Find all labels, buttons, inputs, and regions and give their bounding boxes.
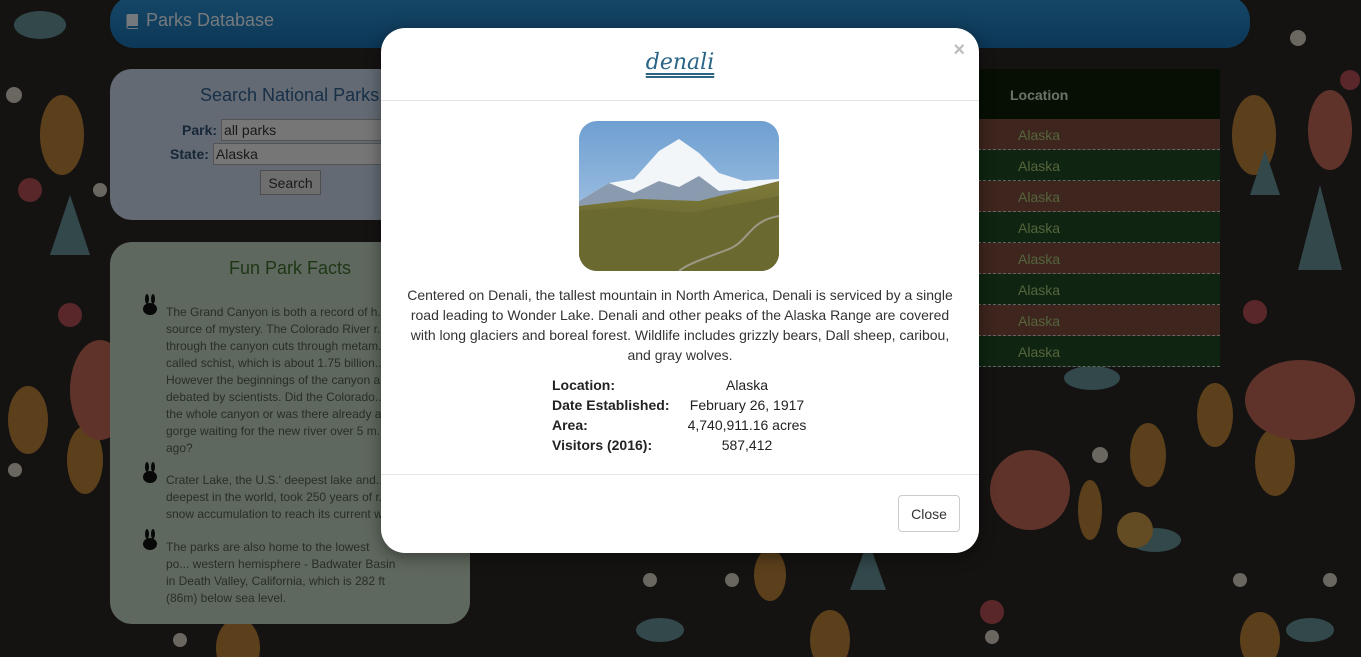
detail-value: 587,412 <box>721 437 773 453</box>
park-detail-modal: denali × Centered on Denali, the tallest… <box>381 28 979 553</box>
modal-footer <box>381 474 979 475</box>
modal-title: denali <box>645 50 715 75</box>
close-icon[interactable]: × <box>953 40 965 60</box>
detail-row-area: Area: 4,740,911.16 acres <box>552 415 812 435</box>
detail-row-location: Location: Alaska <box>552 375 812 395</box>
modal-header: denali × <box>381 28 979 101</box>
close-button[interactable]: Close <box>898 495 960 532</box>
detail-label: Visitors (2016): <box>552 437 653 453</box>
detail-row-visitors: Visitors (2016): 587,412 <box>552 435 812 455</box>
detail-row-date-established: Date Established: February 26, 1917 <box>552 395 812 415</box>
park-photo <box>579 121 779 271</box>
detail-value: 4,740,911.16 acres <box>687 417 807 433</box>
detail-label: Area: <box>552 417 588 433</box>
detail-value: Alaska <box>725 377 769 393</box>
mountain-landscape-image <box>579 121 779 271</box>
park-description: Centered on Denali, the tallest mountain… <box>407 287 953 363</box>
detail-value: February 26, 1917 <box>689 397 805 413</box>
detail-label: Date Established: <box>552 397 670 413</box>
detail-label: Location: <box>552 377 615 393</box>
park-details: Location: Alaska Date Established: Febru… <box>552 375 812 455</box>
